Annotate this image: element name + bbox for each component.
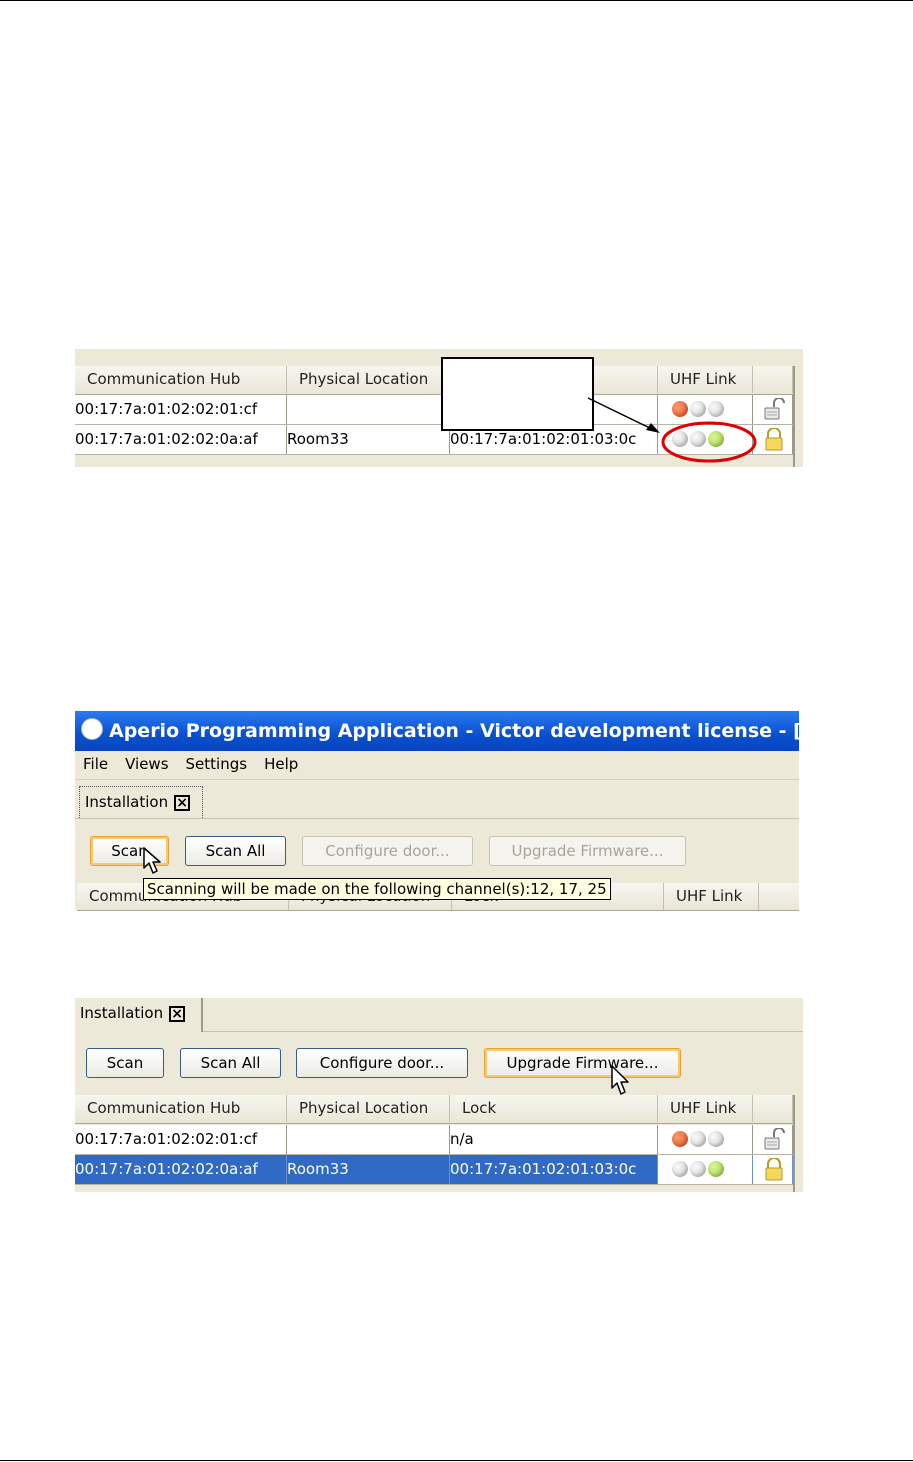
col-hub-header[interactable]: Communication Hub — [75, 1095, 287, 1122]
table-row[interactable]: 00:17:7a:01:02:02:01:cf n/a — [75, 1125, 793, 1155]
uhf-led-grey-icon — [672, 1161, 688, 1177]
cell-lock: 00:17:7a:01:02:01:03:0c — [450, 1155, 658, 1184]
menu-views[interactable]: Views — [125, 755, 168, 773]
col-uhf-header[interactable]: UHF Link — [658, 1095, 753, 1122]
tab-strip-rule — [203, 1031, 803, 1032]
cell-uhf — [658, 1125, 753, 1154]
tab-installation[interactable]: Installation × — [75, 998, 203, 1032]
cell-location — [287, 1125, 450, 1154]
col-lockstate-header[interactable] — [753, 366, 793, 393]
uhf-led-grey-icon — [690, 401, 706, 417]
col-hub-header[interactable]: Communication Hub — [75, 366, 287, 393]
uhf-led-grey-icon — [708, 1131, 724, 1147]
cell-lockstate — [753, 425, 793, 454]
col-location-header[interactable]: Physical Location — [287, 1095, 450, 1122]
col-location-header[interactable]: Physical Location — [287, 366, 450, 393]
close-icon[interactable]: × — [169, 1005, 186, 1022]
window-title: Aperio Programming Application - Victor … — [109, 720, 799, 742]
window-titlebar[interactable]: Aperio Programming Application - Victor … — [75, 711, 799, 751]
scan-tooltip: Scanning will be made on the following c… — [143, 878, 611, 900]
tab-installation-label: Installation — [85, 793, 169, 811]
uhf-led-grey-icon — [690, 1131, 706, 1147]
cell-hub: 00:17:7a:01:02:02:0a:af — [75, 1155, 287, 1184]
cell-lockstate — [753, 395, 793, 424]
cell-lockstate — [753, 1155, 793, 1184]
uhf-led-red-icon — [672, 1131, 688, 1147]
upgrade-firmware-button[interactable]: Upgrade Firmware... — [489, 836, 686, 866]
menu-bar: File Views Settings Help — [75, 751, 799, 780]
padlock-closed-icon — [765, 428, 783, 451]
col-uhf-header[interactable]: UHF Link — [664, 883, 759, 910]
uhf-led-grey-icon — [708, 401, 724, 417]
grid-header: Communication Hub Physical Location Lock… — [75, 1095, 793, 1124]
mouse-cursor-icon — [611, 1065, 629, 1095]
tab-installation[interactable]: Installation × — [79, 786, 203, 818]
cell-hub: 00:17:7a:01:02:02:0a:af — [75, 425, 287, 454]
col-lock-header[interactable]: Lock — [450, 1095, 658, 1122]
cell-hub: 00:17:7a:01:02:02:01:cf — [75, 1125, 287, 1154]
configure-door-button[interactable]: Configure door... — [302, 836, 473, 866]
close-icon[interactable]: × — [174, 794, 191, 811]
upgrade-firmware-button[interactable]: Upgrade Firmware... — [484, 1048, 681, 1078]
scan-button[interactable]: Scan — [86, 1048, 164, 1078]
table-row-selected[interactable]: 00:17:7a:01:02:02:0a:af Room33 00:17:7a:… — [75, 1155, 793, 1185]
menu-settings[interactable]: Settings — [186, 755, 248, 773]
cell-hub: 00:17:7a:01:02:02:01:cf — [75, 395, 287, 424]
page-top-rule — [0, 0, 913, 1]
padlock-closed-icon — [765, 1158, 783, 1181]
col-lockstate-header[interactable] — [753, 1095, 793, 1122]
mouse-cursor-icon — [143, 847, 161, 874]
grid-right-edge — [793, 366, 795, 467]
cell-uhf — [658, 1155, 753, 1184]
cell-location — [287, 395, 450, 424]
cell-location: Room33 — [287, 425, 450, 454]
grid-right-edge — [793, 1095, 795, 1192]
annotation-red-circle — [661, 421, 757, 463]
cell-lock: n/a — [450, 1125, 658, 1154]
grid-header: Communication Hub Physical Location Lock… — [75, 366, 793, 395]
page-bottom-rule — [0, 1460, 913, 1461]
configure-door-button[interactable]: Configure door... — [296, 1048, 468, 1078]
padlock-open-icon — [764, 1128, 785, 1150]
scan-all-button[interactable]: Scan All — [185, 836, 286, 866]
callout-box — [441, 357, 594, 431]
cell-lockstate — [753, 1125, 793, 1154]
uhf-led-green-icon — [708, 1161, 724, 1177]
scan-all-button[interactable]: Scan All — [180, 1048, 281, 1078]
menu-help[interactable]: Help — [264, 755, 298, 773]
uhf-led-grey-icon — [690, 1161, 706, 1177]
app-logo-icon — [81, 718, 103, 740]
menu-file[interactable]: File — [83, 755, 108, 773]
padlock-open-icon — [764, 398, 785, 420]
tab-installation-label: Installation — [80, 1004, 164, 1022]
cell-location: Room33 — [287, 1155, 450, 1184]
